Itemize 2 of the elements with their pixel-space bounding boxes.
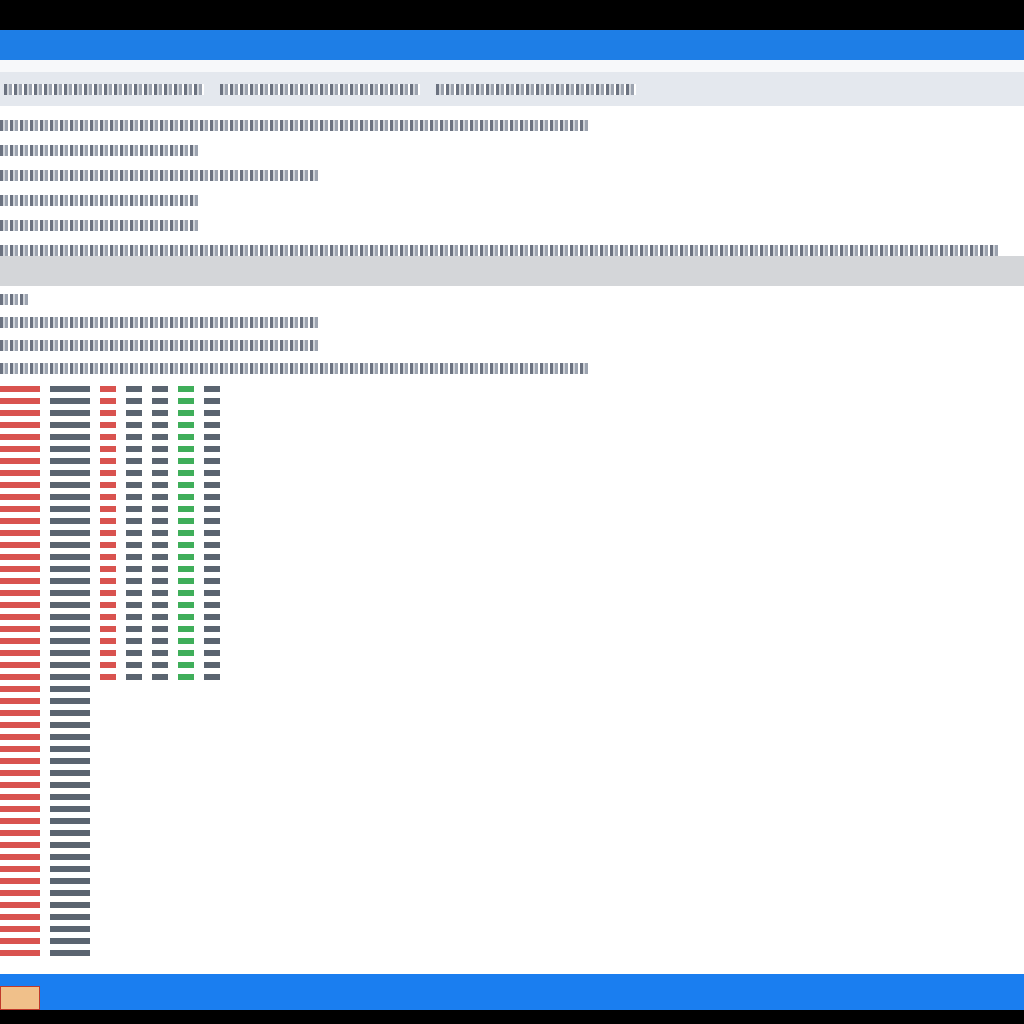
- app-icon[interactable]: [0, 986, 40, 1010]
- blurred-text-drawing: [0, 294, 30, 305]
